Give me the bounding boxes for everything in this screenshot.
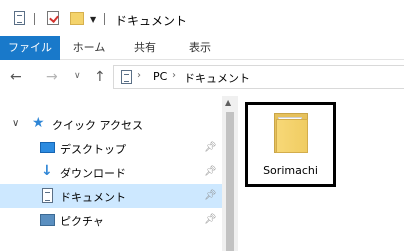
nav-item-label: ピクチャ — [60, 215, 104, 228]
pin-icon[interactable]: 📌︎ — [204, 190, 217, 201]
check-icon[interactable] — [47, 11, 59, 25]
documents-icon — [121, 70, 132, 84]
nav-item-desktop[interactable]: デスクトップ 📌︎ — [0, 136, 224, 160]
nav-item-downloads[interactable]: ↓ ダウンロード 📌︎ — [0, 160, 224, 184]
navigation-pane: ∨ ★ クイック アクセス デスクトップ 📌︎ ↓ ダウンロード 📌︎ ドキュメ… — [0, 96, 230, 251]
pictures-icon — [40, 214, 55, 226]
chevron-down-icon[interactable]: ∨ — [12, 118, 19, 129]
folder-item[interactable]: Sorimachi — [245, 102, 336, 187]
address-bar[interactable]: › PC › ドキュメント — [113, 65, 404, 89]
nav-item-label: ドキュメント — [60, 191, 126, 204]
scroll-up-icon[interactable]: ▲ — [225, 98, 231, 107]
file-list-pane: Sorimachi — [238, 96, 404, 251]
toolbar-separator — [104, 13, 105, 25]
chevron-right-icon[interactable]: › — [137, 70, 141, 81]
up-button[interactable]: ↑ — [94, 69, 106, 85]
pin-icon[interactable]: 📌︎ — [204, 214, 217, 225]
title-bar: ▼ ドキュメント — [0, 0, 404, 36]
window-title: ドキュメント — [115, 14, 188, 28]
new-folder-icon[interactable] — [70, 12, 84, 25]
navigation-row: ← → ∨ ↑ › PC › ドキュメント — [0, 60, 404, 96]
tab-share[interactable]: 共有 — [125, 36, 165, 60]
tab-home[interactable]: ホーム — [69, 36, 109, 60]
download-icon: ↓ — [41, 163, 53, 179]
nav-item-label: デスクトップ — [60, 143, 126, 156]
chevron-down-icon[interactable]: ▼ — [90, 15, 96, 24]
star-icon: ★ — [32, 115, 45, 131]
nav-item-label: クイック アクセス — [52, 119, 143, 132]
ribbon-tabs: ファイル ホーム 共有 表示 — [0, 36, 404, 60]
scroll-thumb[interactable] — [226, 112, 234, 251]
recent-locations-button[interactable]: ∨ — [74, 71, 81, 81]
pin-icon[interactable]: 📌︎ — [204, 142, 217, 153]
navigation-scrollbar[interactable]: ▲ — [222, 96, 238, 251]
nav-item-pictures[interactable]: ピクチャ 📌︎ — [0, 208, 224, 232]
pin-icon[interactable]: 📌︎ — [204, 166, 217, 177]
nav-item-documents[interactable]: ドキュメント 📌︎ — [0, 184, 224, 208]
breadcrumb-pc[interactable]: PC — [153, 70, 167, 83]
documents-icon — [42, 188, 53, 203]
nav-item-quick-access[interactable]: ∨ ★ クイック アクセス — [0, 112, 224, 136]
nav-item-label: ダウンロード — [60, 167, 126, 180]
tab-file[interactable]: ファイル — [0, 36, 60, 60]
toolbar-separator — [34, 13, 35, 25]
desktop-icon — [40, 142, 55, 153]
forward-button[interactable]: → — [46, 69, 58, 85]
folder-name: Sorimachi — [263, 164, 318, 177]
chevron-right-icon[interactable]: › — [172, 70, 176, 81]
tab-view[interactable]: 表示 — [180, 36, 220, 60]
properties-icon[interactable] — [14, 11, 25, 25]
back-button[interactable]: ← — [10, 69, 22, 85]
folder-icon — [274, 113, 308, 153]
breadcrumb-documents[interactable]: ドキュメント — [184, 70, 250, 86]
